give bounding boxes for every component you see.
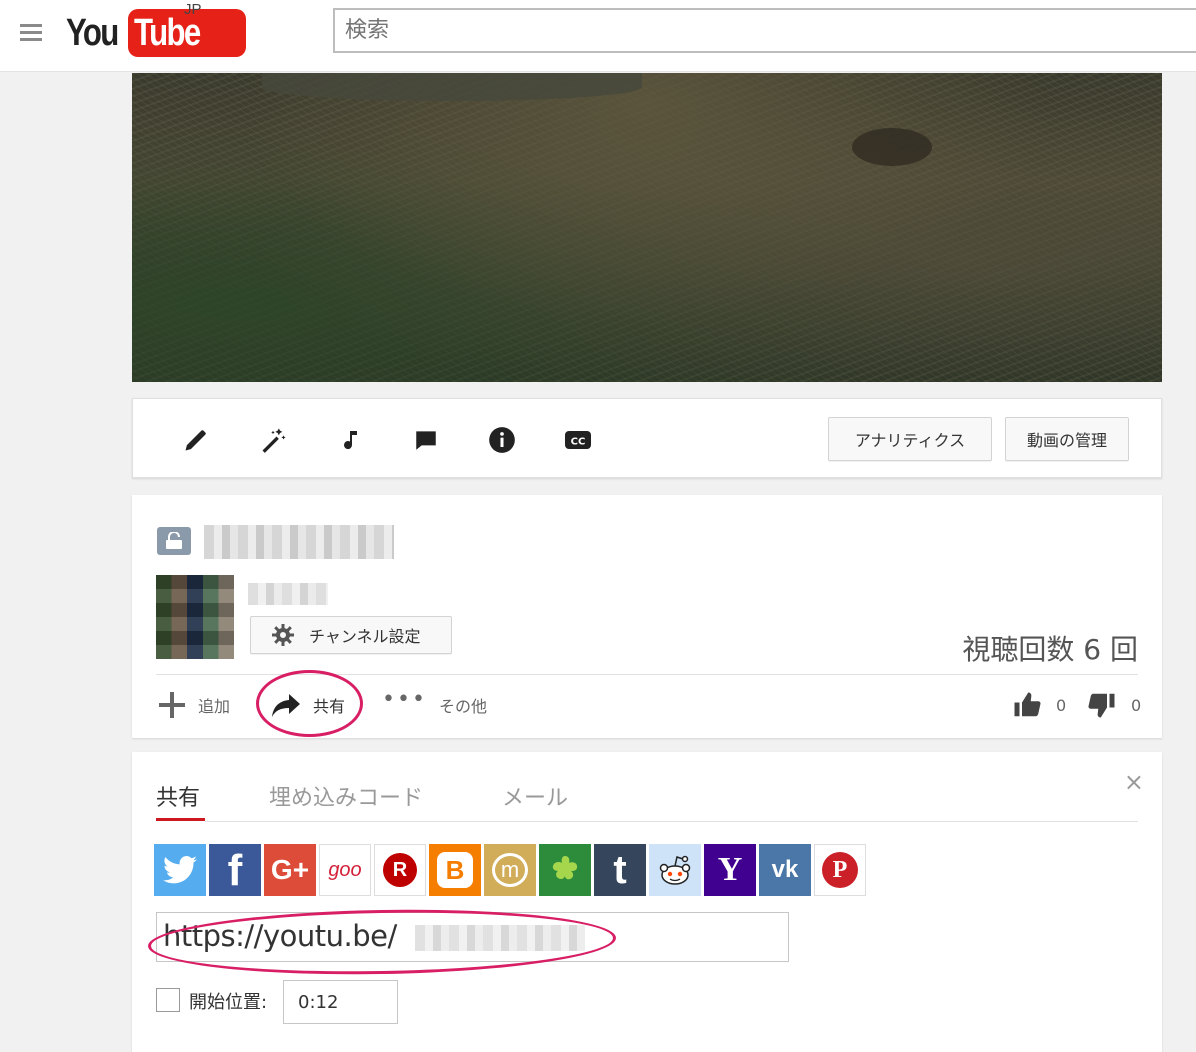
start-time-label: 開始位置: bbox=[189, 992, 268, 1013]
gear-icon bbox=[272, 624, 294, 646]
share-arrow-icon bbox=[272, 694, 300, 717]
share-panel: 共有 埋め込みコード メール × f G+ goo R B m t Y vk P… bbox=[132, 752, 1162, 1052]
add-to-button[interactable]: 追加 bbox=[158, 691, 230, 719]
like-count: 0 bbox=[1056, 695, 1067, 715]
logo-country-code: JP bbox=[184, 1, 202, 18]
share-url-field[interactable]: https://youtu.be/ bbox=[156, 912, 789, 962]
svg-text:CC: CC bbox=[571, 437, 586, 448]
more-dots-icon: ••• bbox=[382, 687, 427, 712]
captions-icon[interactable]: CC bbox=[563, 425, 593, 455]
ameba-icon[interactable] bbox=[539, 844, 591, 896]
youtube-logo[interactable]: You Tube bbox=[66, 9, 246, 57]
tab-embed[interactable]: 埋め込みコード bbox=[269, 780, 423, 812]
channel-name-redacted[interactable] bbox=[248, 583, 328, 605]
audio-icon[interactable] bbox=[335, 425, 365, 455]
video-frame-detail bbox=[852, 128, 932, 166]
close-share-button[interactable]: × bbox=[1124, 768, 1144, 796]
like-button[interactable]: 0 bbox=[1012, 691, 1066, 719]
thumbs-down-icon bbox=[1088, 693, 1115, 718]
twitter-icon[interactable] bbox=[154, 844, 206, 896]
reddit-icon[interactable] bbox=[649, 844, 701, 896]
video-player[interactable] bbox=[132, 73, 1162, 382]
edit-icon[interactable] bbox=[181, 425, 211, 455]
goo-icon[interactable]: goo bbox=[319, 844, 371, 896]
add-to-label: 追加 bbox=[198, 697, 231, 716]
analytics-button[interactable]: アナリティクス bbox=[828, 417, 992, 461]
start-time-input[interactable] bbox=[283, 980, 398, 1024]
facebook-icon[interactable]: f bbox=[209, 844, 261, 896]
share-url-id-redacted bbox=[415, 925, 585, 951]
mixi-icon[interactable]: m bbox=[484, 844, 536, 896]
tab-email[interactable]: メール bbox=[502, 780, 568, 812]
more-label: その他 bbox=[438, 697, 487, 716]
annotations-icon[interactable] bbox=[411, 425, 441, 455]
video-frame-detail bbox=[262, 73, 642, 101]
video-manager-button[interactable]: 動画の管理 bbox=[1005, 417, 1129, 461]
tab-share[interactable]: 共有 bbox=[156, 780, 200, 812]
active-tab-indicator bbox=[156, 818, 205, 821]
google-plus-icon[interactable]: G+ bbox=[264, 844, 316, 896]
guide-menu-icon[interactable] bbox=[20, 24, 42, 42]
enhance-icon[interactable] bbox=[258, 425, 288, 455]
info-icon[interactable] bbox=[487, 425, 517, 455]
channel-settings-label: チャンネル設定 bbox=[309, 627, 421, 646]
blogger-icon[interactable]: B bbox=[429, 844, 481, 896]
dislike-button[interactable]: 0 bbox=[1087, 691, 1141, 719]
dislike-count: 0 bbox=[1131, 695, 1142, 715]
pinterest-icon[interactable]: P bbox=[814, 844, 866, 896]
plus-icon bbox=[159, 692, 185, 718]
masthead: You Tube JP bbox=[0, 0, 1196, 72]
divider bbox=[156, 674, 1138, 675]
channel-settings-button[interactable]: チャンネル設定 bbox=[250, 616, 452, 654]
logo-you-text: You bbox=[66, 12, 119, 54]
video-info-card: チャンネル設定 視聴回数 6 回 追加 共有 ••• その他 0 0 bbox=[132, 495, 1162, 738]
rakuten-icon[interactable]: R bbox=[374, 844, 426, 896]
start-time-checkbox[interactable] bbox=[156, 988, 180, 1012]
channel-avatar[interactable] bbox=[156, 575, 234, 659]
more-actions-button[interactable]: ••• その他 bbox=[382, 687, 487, 719]
view-count: 視聴回数 6 回 bbox=[962, 633, 1138, 666]
tab-divider bbox=[205, 821, 1138, 822]
share-button[interactable]: 共有 bbox=[271, 691, 345, 719]
thumbs-up-icon bbox=[1014, 692, 1041, 717]
vk-icon[interactable]: vk bbox=[759, 844, 811, 896]
yahoo-icon[interactable]: Y bbox=[704, 844, 756, 896]
share-label: 共有 bbox=[313, 697, 346, 716]
creator-toolbar: CC アナリティクス 動画の管理 bbox=[132, 398, 1162, 478]
video-title-redacted bbox=[204, 525, 394, 559]
share-url-prefix: https://youtu.be/ bbox=[163, 919, 397, 953]
privacy-lock-icon bbox=[157, 527, 191, 555]
tumblr-icon[interactable]: t bbox=[594, 844, 646, 896]
search-input[interactable] bbox=[333, 8, 1196, 53]
